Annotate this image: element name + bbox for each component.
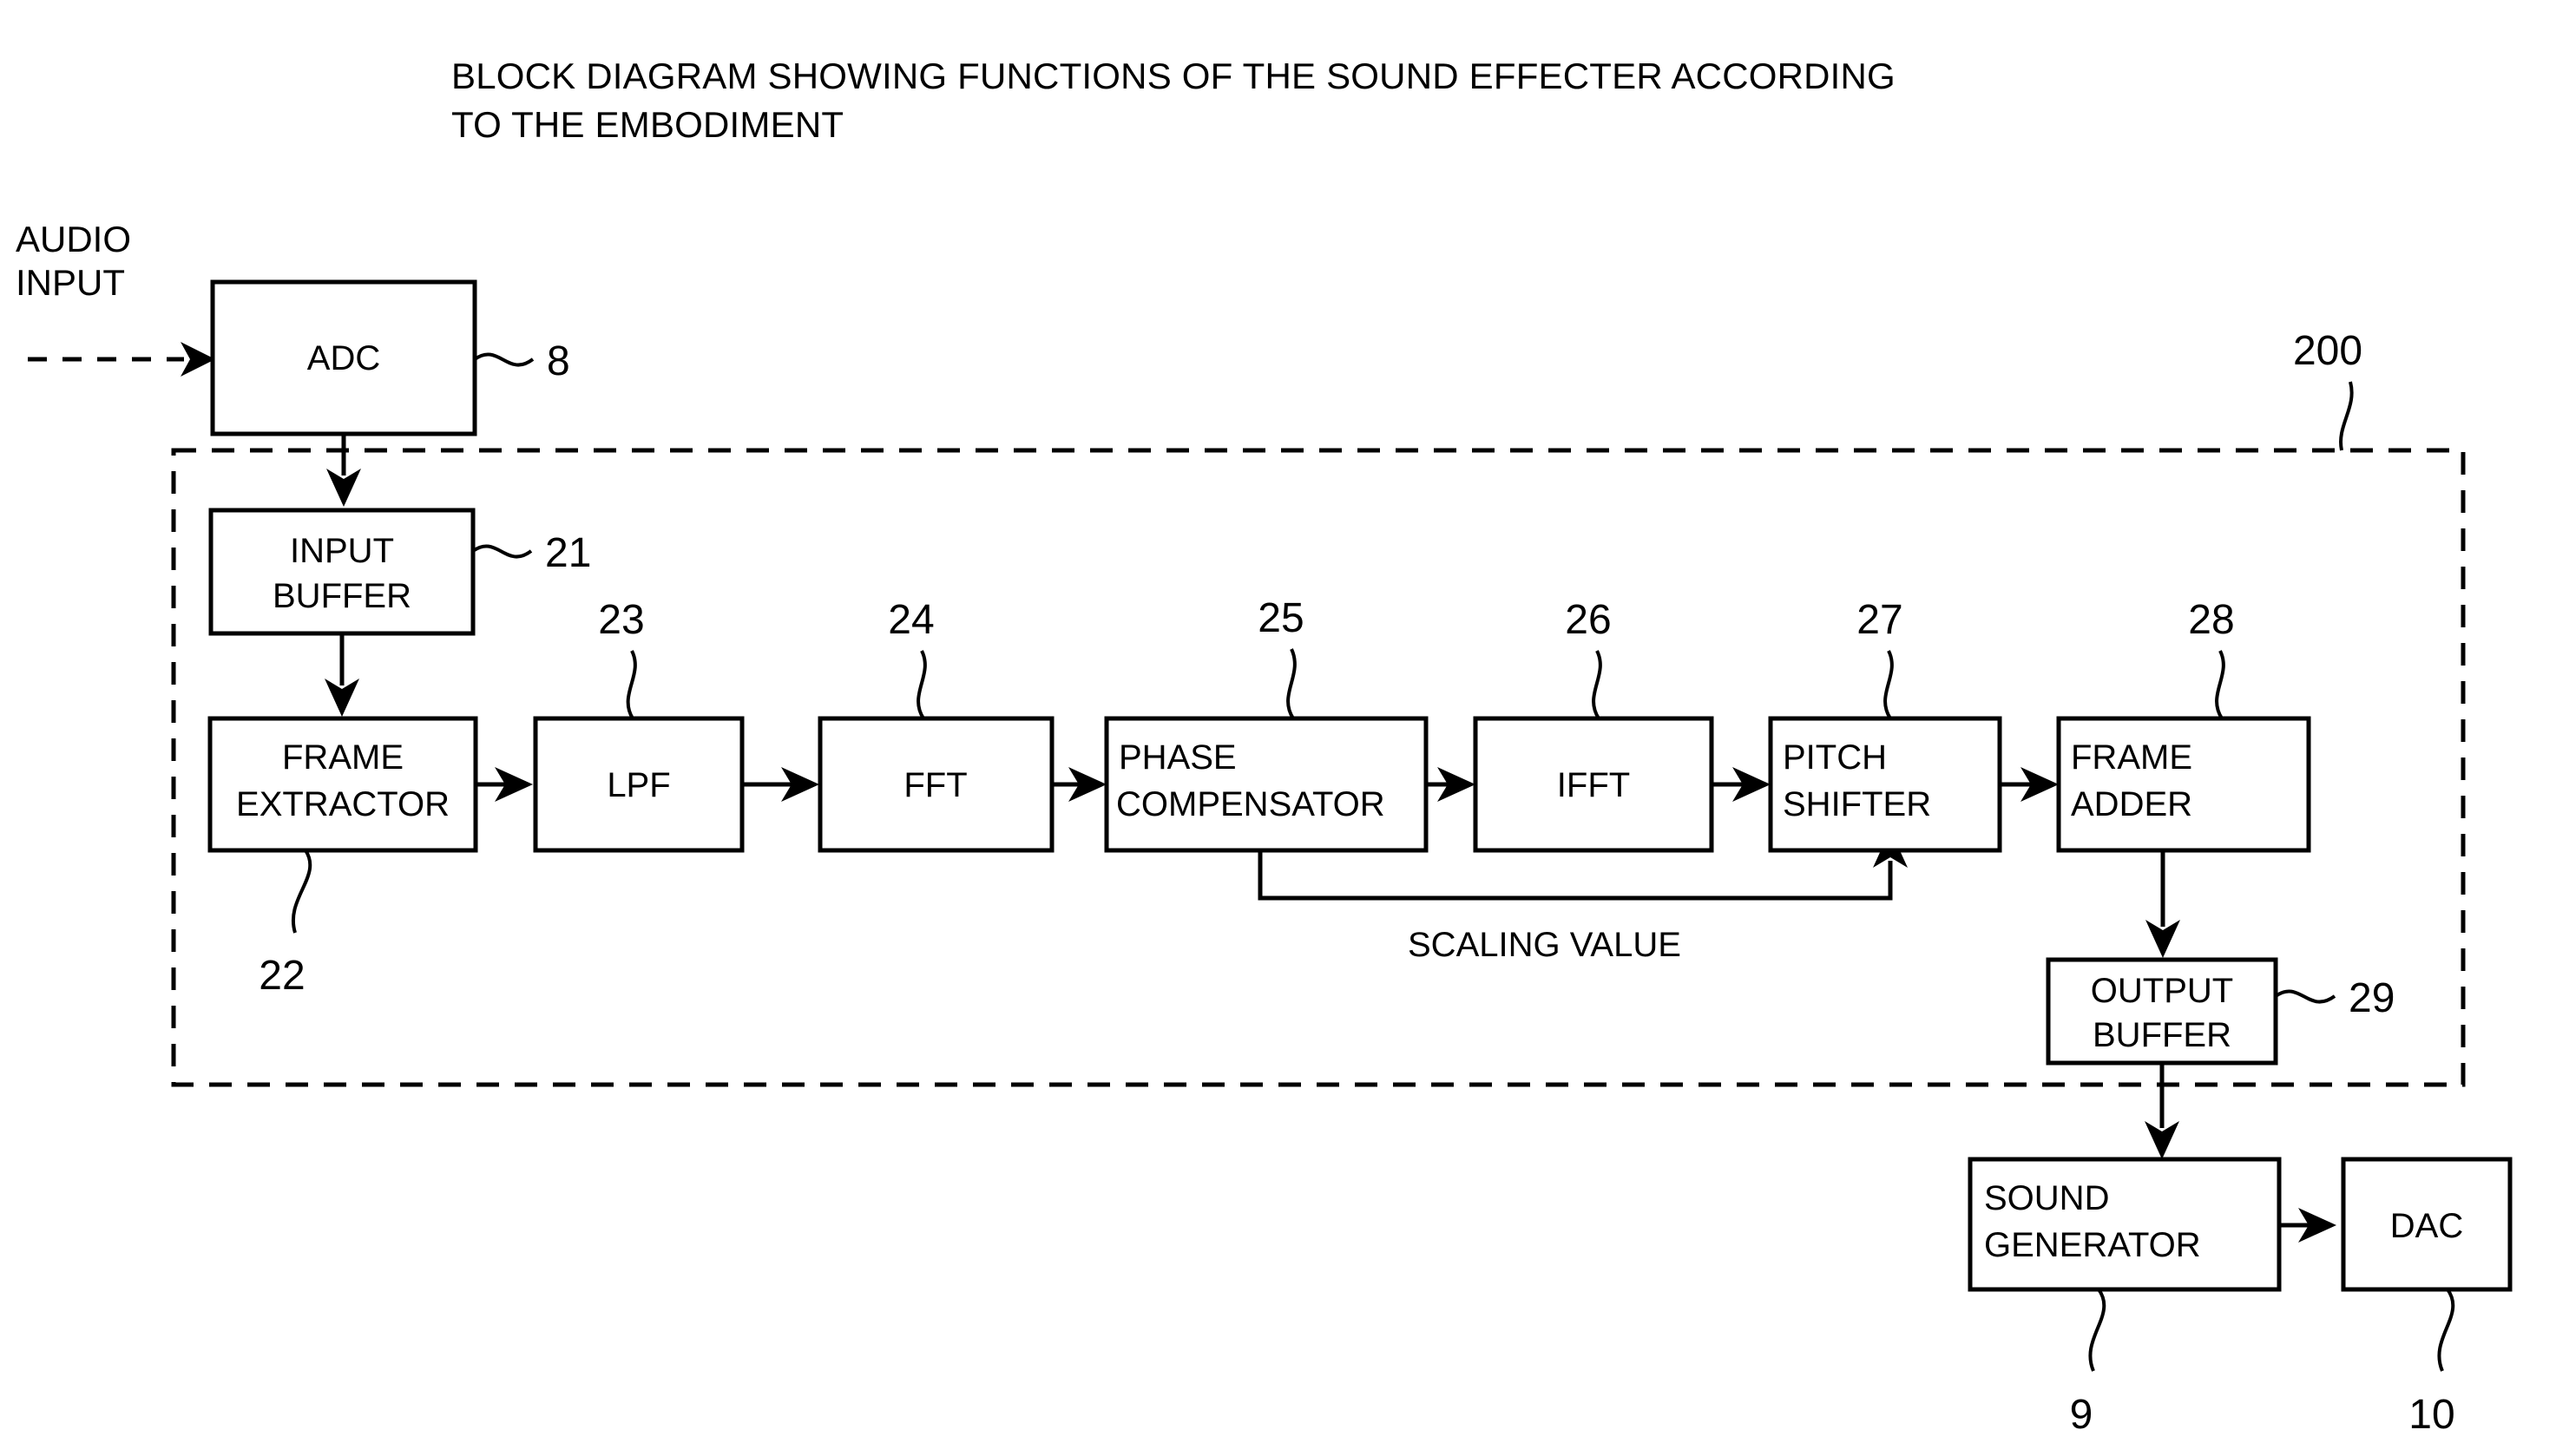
block-input-buffer-label-line2: BUFFER bbox=[273, 577, 411, 615]
block-frame-extractor-label-line1: FRAME bbox=[282, 738, 404, 777]
block-dac-label: DAC bbox=[2390, 1207, 2463, 1245]
block-frame-adder-label-line2: ADDER bbox=[2071, 785, 2192, 823]
block-output-buffer-label-line2: BUFFER bbox=[2093, 1016, 2231, 1054]
leader-line-23 bbox=[626, 650, 637, 720]
leader-line-8 bbox=[473, 352, 535, 367]
leader-line-27 bbox=[1883, 650, 1894, 720]
figure-canvas: BLOCK DIAGRAM SHOWING FUNCTIONS OF THE S… bbox=[0, 0, 2556, 1456]
block-sound-generator-label-line2: GENERATOR bbox=[1984, 1226, 2201, 1264]
ref-number-10: 10 bbox=[2408, 1392, 2454, 1438]
ref-number-28: 28 bbox=[2188, 597, 2234, 643]
leader-line-22 bbox=[292, 849, 312, 934]
audio-input-arrowhead bbox=[181, 342, 215, 377]
block-fft-label: FFT bbox=[903, 766, 967, 804]
leader-line-10 bbox=[2437, 1288, 2455, 1372]
block-input-buffer-label-line1: INPUT bbox=[290, 532, 394, 570]
block-lpf-label: LPF bbox=[607, 766, 670, 804]
block-pitch-shifter-label-line2: SHIFTER bbox=[1783, 785, 1931, 823]
ref-number-25: 25 bbox=[1258, 595, 1304, 641]
block-pitch-shifter-label-line1: PITCH bbox=[1783, 738, 1887, 777]
ref-number-8: 8 bbox=[547, 338, 570, 384]
ref-number-26: 26 bbox=[1565, 597, 1611, 643]
block-output-buffer-label-line1: OUTPUT bbox=[2091, 972, 2233, 1010]
ref-number-21: 21 bbox=[545, 530, 591, 576]
block-phase-compensator-label-line1: PHASE bbox=[1119, 738, 1237, 777]
block-sound-generator-label-line1: SOUND bbox=[1984, 1179, 2109, 1217]
block-diagram: 200 AUDIO INPUT ADC 8 INPUT BUFFER 21 FR… bbox=[16, 219, 2513, 1438]
block-phase-compensator-label-line2: COMPENSATOR bbox=[1116, 785, 1385, 823]
block-adc-label: ADC bbox=[307, 339, 380, 377]
leader-line-24 bbox=[917, 650, 927, 720]
leader-line-200 bbox=[2339, 381, 2354, 451]
leader-line-28 bbox=[2215, 650, 2225, 720]
ref-number-29: 29 bbox=[2349, 975, 2395, 1021]
leader-line-25 bbox=[1286, 648, 1297, 720]
block-frame-extractor-label-line2: EXTRACTOR bbox=[236, 785, 450, 823]
ref-number-200: 200 bbox=[2293, 328, 2362, 374]
leader-line-21 bbox=[471, 544, 533, 559]
scaling-value-label: SCALING VALUE bbox=[1408, 926, 1681, 964]
ref-number-23: 23 bbox=[598, 597, 644, 643]
ref-number-9: 9 bbox=[2070, 1392, 2093, 1438]
ref-number-27: 27 bbox=[1856, 597, 1902, 643]
connector-scaling-value bbox=[1258, 850, 1893, 901]
audio-input-label-line2: INPUT bbox=[16, 262, 125, 303]
block-ifft-label: IFFT bbox=[1557, 766, 1630, 804]
audio-input-label-line1: AUDIO bbox=[16, 219, 131, 259]
leader-line-9 bbox=[2088, 1288, 2106, 1372]
leader-line-29 bbox=[2274, 989, 2336, 1004]
block-frame-adder-label-line1: FRAME bbox=[2071, 738, 2192, 777]
ref-number-24: 24 bbox=[888, 597, 934, 643]
leader-line-26 bbox=[1592, 650, 1602, 720]
ref-number-22: 22 bbox=[259, 953, 305, 999]
